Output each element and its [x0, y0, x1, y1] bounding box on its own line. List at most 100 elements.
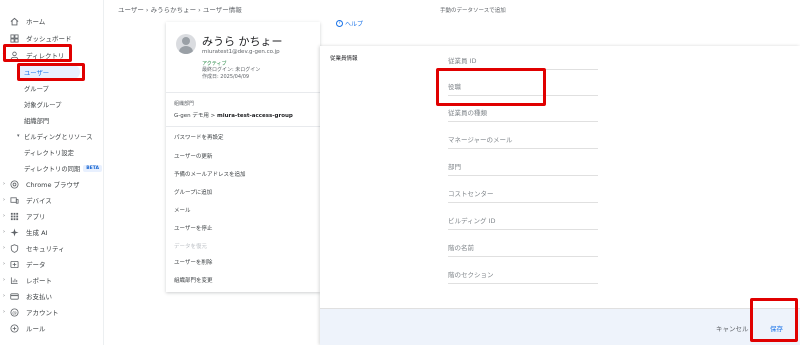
email-action[interactable]: メール — [174, 206, 191, 214]
chevron-right-icon: › — [3, 197, 5, 203]
sidebar-item-security[interactable]: › セキュリティ — [0, 241, 65, 255]
field-label: 役職 — [448, 83, 461, 91]
field-label: 従業員 ID — [448, 57, 477, 65]
svg-text:@: @ — [12, 310, 17, 316]
sidebar-item-dashboard[interactable]: ダッシュボード — [0, 31, 72, 45]
chevron-right-icon: › — [3, 277, 5, 283]
help-link[interactable]: ? ヘルプ — [336, 19, 363, 28]
panel-footer: キャンセル 保存 — [320, 308, 800, 345]
user-name: みうら かちょー — [202, 35, 283, 48]
sidebar-item-label: 組織部門 — [24, 117, 50, 125]
help-label: ヘルプ — [345, 21, 364, 28]
chrome-icon — [8, 178, 20, 190]
sidebar-item-groups[interactable]: グループ — [24, 81, 49, 95]
sidebar-item-directory-sync[interactable]: ディレクトリの同期 BETA — [24, 161, 102, 175]
reset-password-action[interactable]: パスワードを再設定 — [174, 133, 224, 141]
manager-email-field[interactable]: マネージャーのメール — [448, 127, 598, 149]
sidebar-item-data[interactable]: › データ — [0, 257, 46, 271]
cost-center-field[interactable]: コストセンター — [448, 181, 598, 203]
floor-section-field[interactable]: 階のセクション — [448, 262, 598, 284]
sidebar-item-users[interactable]: ユーザー — [18, 65, 80, 79]
sidebar-item-label: 生成 AI — [26, 229, 48, 237]
chevron-right-icon: › — [3, 213, 5, 219]
field-label: 階の名前 — [448, 244, 474, 252]
dashboard-icon — [8, 32, 20, 44]
chevron-right-icon: › — [3, 261, 5, 267]
suspend-user-action[interactable]: ユーザーを停止 — [174, 224, 212, 232]
sidebar-item-label: レポート — [26, 277, 52, 285]
field-label: マネージャーのメール — [448, 136, 513, 144]
employee-type-field[interactable]: 従業員の種類 — [448, 100, 598, 122]
help-icon: ? — [336, 20, 343, 27]
chevron-down-icon: ▾ — [17, 133, 20, 139]
shield-icon — [8, 242, 20, 254]
created-date-text: 作成日: 2025/04/09 — [202, 74, 250, 80]
sidebar-item-chrome[interactable]: › Chrome ブラウザ — [0, 177, 80, 191]
account-icon: @ — [8, 306, 20, 318]
billing-icon — [8, 290, 20, 302]
sidebar-item-account[interactable]: › @ アカウント — [0, 305, 59, 319]
chevron-right-icon: › — [3, 181, 5, 187]
floor-name-field[interactable]: 階の名前 — [448, 235, 598, 257]
sidebar-item-label: ユーザー — [24, 69, 50, 77]
person-icon — [8, 49, 20, 61]
sidebar-item-label: グループ — [24, 85, 49, 93]
chevron-down-icon: ▾ — [2, 52, 6, 58]
sidebar-item-org-units[interactable]: 組織部門 — [24, 113, 49, 127]
sidebar-item-label: Chrome ブラウザ — [26, 181, 80, 189]
job-title-field[interactable]: 役職 — [448, 74, 598, 96]
delete-user-action[interactable]: ユーザーを削除 — [174, 258, 212, 266]
chevron-right-icon: › — [3, 309, 5, 315]
field-label: ビルディング ID — [448, 217, 496, 225]
building-id-field[interactable]: ビルディング ID — [448, 208, 598, 230]
field-label: 従業員の種類 — [448, 109, 487, 117]
sidebar-item-label: セキュリティ — [26, 245, 65, 253]
status-badge: アクティブ — [202, 61, 227, 67]
sidebar-item-rules[interactable]: ルール — [0, 321, 46, 335]
divider — [166, 92, 320, 93]
update-user-action[interactable]: ユーザーの更新 — [174, 152, 212, 160]
add-to-group-action[interactable]: グループに追加 — [174, 188, 212, 196]
sidebar-item-label: ダッシュボード — [26, 35, 72, 43]
field-label: コストセンター — [448, 190, 494, 198]
cancel-button[interactable]: キャンセル — [716, 323, 749, 333]
save-button[interactable]: 保存 — [770, 323, 783, 333]
sidebar-item-directory[interactable]: ▾ ディレクトリ — [0, 48, 65, 62]
user-meta: 最終ログイン: 未ログイン 作成日: 2025/04/09 — [202, 67, 260, 81]
sidebar-item-label: ビルディングとリソース — [24, 133, 93, 141]
apps-icon — [8, 210, 20, 222]
employee-id-field[interactable]: 従業員 ID — [448, 48, 598, 70]
sidebar-item-buildings[interactable]: ▾ ビルディングとリソース — [17, 129, 93, 143]
rules-icon — [8, 322, 20, 334]
beta-badge: BETA — [83, 164, 102, 172]
sidebar-item-target-groups[interactable]: 対象グループ — [24, 97, 61, 111]
avatar — [176, 34, 196, 54]
data-source-text: 手動のデータソースで追加 — [440, 8, 506, 14]
home-icon — [8, 15, 20, 27]
sidebar-item-label: ディレクトリの同期 — [24, 165, 81, 173]
admin-console: ホーム ダッシュボード ▾ ディレクトリ ユーザー グループ 対象グループ 組織… — [0, 0, 800, 345]
field-label: 階のセクション — [448, 271, 494, 279]
breadcrumb[interactable]: ユーザー › みうらかちょー › ユーザー情報 — [118, 4, 242, 14]
employee-info-panel: 従業員情報 従業員 ID 役職 従業員の種類 マネージャーのメール 部門 コスト… — [320, 46, 800, 345]
sidebar-item-label: デバイス — [26, 197, 52, 205]
sidebar-item-label: アカウント — [26, 309, 59, 317]
panel-title: 従業員情報 — [330, 56, 358, 62]
sidebar-item-label: ホーム — [26, 18, 46, 26]
sidebar-item-devices[interactable]: › デバイス — [0, 193, 52, 207]
sidebar-item-billing[interactable]: › お支払い — [0, 289, 52, 303]
sidebar-item-apps[interactable]: › アプリ — [0, 209, 46, 223]
add-secondary-email-action[interactable]: 予備のメールアドレスを追加 — [174, 170, 246, 178]
sidebar-item-label: アプリ — [26, 213, 46, 221]
sidebar-item-gen-ai[interactable]: › 生成 AI — [0, 225, 47, 239]
devices-icon — [8, 194, 20, 206]
department-field[interactable]: 部門 — [448, 154, 598, 176]
data-icon — [8, 258, 20, 270]
sidebar-item-reports[interactable]: › レポート — [0, 273, 52, 287]
change-org-unit-action[interactable]: 組織部門を変更 — [174, 276, 213, 284]
last-login-text: 最終ログイン: 未ログイン — [202, 67, 261, 73]
chevron-right-icon: › — [3, 245, 5, 251]
field-label: 部門 — [448, 163, 461, 171]
sidebar-item-home[interactable]: ホーム — [0, 14, 45, 28]
sidebar-item-directory-settings[interactable]: ディレクトリ設定 — [24, 145, 74, 159]
